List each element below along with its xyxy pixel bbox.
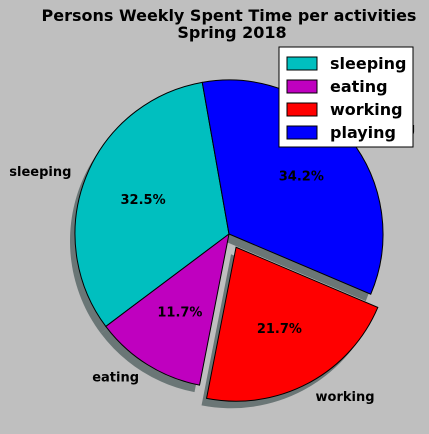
legend-swatch-eating <box>286 79 318 94</box>
legend-label-playing: playing <box>330 123 396 142</box>
legend-label-sleeping: sleeping <box>330 54 407 73</box>
pie-chart: Persons Weekly Spent Time per activities… <box>0 0 429 434</box>
legend-swatch-sleeping <box>286 56 318 71</box>
legend-label-eating: eating <box>330 77 388 96</box>
pie-chart-svg: Persons Weekly Spent Time per activities… <box>9 6 416 409</box>
slice-label-eating: eating <box>92 371 139 386</box>
chart-subtitle: Spring 2018 <box>177 23 286 42</box>
slice-percent-playing: 34.2% <box>279 169 324 184</box>
slice-label-working: working <box>316 390 375 405</box>
legend-label-working: working <box>330 100 403 119</box>
slice-percent-eating: 11.7% <box>157 305 202 320</box>
slice-label-sleeping: sleeping <box>9 165 71 180</box>
slice-percent-sleeping: 32.5% <box>121 193 166 208</box>
legend-swatch-working <box>286 102 318 117</box>
slice-percent-working: 21.7% <box>257 322 302 337</box>
legend: sleeping eating working playing <box>278 46 414 148</box>
legend-swatch-playing <box>286 125 318 140</box>
